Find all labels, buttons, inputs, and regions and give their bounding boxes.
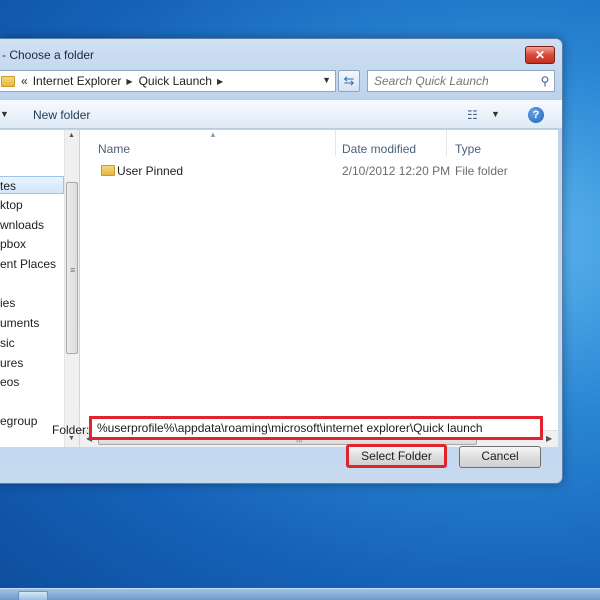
search-box[interactable]: ⚲ [367,70,555,92]
choose-folder-dialog: - Choose a folder ✕ « Internet Explorer … [0,38,563,484]
nav-item-favorites[interactable]: tes [0,176,64,194]
file-name: User Pinned [117,164,184,178]
folder-icon [1,75,15,87]
close-button[interactable]: ✕ [525,46,555,64]
cancel-button[interactable]: Cancel [459,446,541,468]
column-header-type[interactable]: Type [455,142,481,156]
scroll-up-icon[interactable]: ▲ [68,132,75,139]
folder-icon [101,165,115,176]
taskbar-button[interactable] [18,591,48,600]
nav-item-pictures[interactable]: ures [0,354,23,372]
window-title: - Choose a folder [2,48,95,62]
refresh-icon: ⇆ [343,73,355,88]
select-folder-button[interactable]: Select Folder [346,444,447,468]
column-divider[interactable] [335,130,336,156]
nav-item-dropbox[interactable]: pbox [0,235,26,253]
file-date: 2/10/2012 12:20 PM [342,164,451,178]
folder-path-input[interactable] [89,416,543,440]
column-divider[interactable] [446,130,447,156]
nav-item-homegroup[interactable]: egroup [0,412,37,430]
nav-scroll-thumb[interactable]: ≡ [66,182,78,354]
breadcrumb-internet-explorer[interactable]: Internet Explorer [33,74,122,88]
nav-item-music[interactable]: sic [0,334,15,352]
table-row[interactable]: User Pinned 2/10/2012 12:20 PM File fold… [97,162,537,180]
file-list: ▲ Name Date modified Type User Pinned 2/… [80,130,558,447]
nav-item-libraries[interactable]: ies [0,294,15,312]
search-input[interactable] [368,74,536,88]
search-icon[interactable]: ⚲ [536,74,554,88]
nav-item-desktop[interactable]: ktop [0,196,23,214]
scroll-right-icon[interactable]: ▶ [546,434,552,443]
chevron-down-icon[interactable]: ▼ [491,109,500,119]
grip-icon: ≡ [70,265,76,275]
navigation-pane: tes ktop wnloads pbox ent Places ies ume… [0,130,79,447]
chevron-right-icon[interactable]: ▶ [126,77,132,86]
nav-item-videos[interactable]: eos [0,373,19,391]
view-options-icon[interactable]: ☷ [467,108,478,122]
taskbar [0,588,600,600]
folder-label: Folder: [52,423,90,437]
breadcrumb-quick-launch[interactable]: Quick Launch [139,74,212,88]
column-header-name[interactable]: Name [98,142,130,156]
help-icon[interactable]: ? [528,107,544,123]
address-bar[interactable]: « Internet Explorer ▶ Quick Launch ▶ ▼ [0,70,336,92]
nav-item-recent-places[interactable]: ent Places [0,255,56,273]
organize-dropdown-icon[interactable]: ▼ [0,109,9,119]
sort-up-icon: ▲ [209,130,217,139]
nav-item-downloads[interactable]: wnloads [0,216,44,234]
new-folder-button[interactable]: New folder [33,108,90,122]
column-header-date[interactable]: Date modified [342,142,416,156]
nav-scrollbar[interactable]: ▲ ≡ ▼ [64,130,79,447]
nav-item-documents[interactable]: uments [0,314,39,332]
breadcrumb-overflow[interactable]: « [21,74,28,88]
file-type: File folder [455,164,508,178]
command-bar: ▼ New folder ☷ ▼ ? [0,99,562,129]
refresh-button[interactable]: ⇆ [338,70,360,92]
chevron-right-icon[interactable]: ▶ [217,77,223,86]
chevron-down-icon[interactable]: ▼ [322,75,331,85]
